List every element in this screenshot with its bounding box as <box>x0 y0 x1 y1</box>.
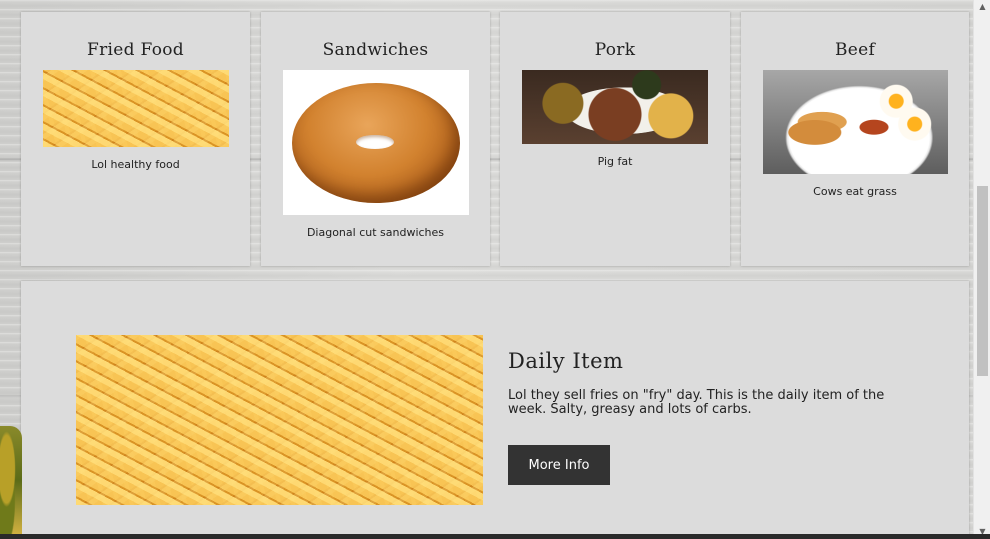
pork-image <box>522 70 708 144</box>
scroll-up-arrow-icon[interactable]: ▲ <box>974 0 990 14</box>
card-title: Beef <box>834 40 876 60</box>
card-fried-food: Fried Food Lol healthy food <box>21 12 250 266</box>
card-title: Pork <box>594 40 636 60</box>
card-caption: Pig fat <box>597 155 633 168</box>
daily-fries-image <box>76 335 483 505</box>
card-caption: Cows eat grass <box>813 185 897 198</box>
page-scrollbar[interactable]: ▲ ▼ <box>973 0 990 539</box>
card-caption: Diagonal cut sandwiches <box>306 226 445 239</box>
bagel-shape <box>291 82 460 203</box>
scrollbar-thumb[interactable] <box>977 186 988 376</box>
daily-item-panel: Daily Item Lol they sell fries on "fry" … <box>21 281 969 539</box>
bagel-image <box>282 70 469 215</box>
more-info-button[interactable]: More Info <box>508 445 610 485</box>
card-caption: Lol healthy food <box>91 158 180 171</box>
card-title: Fried Food <box>87 40 184 60</box>
beef-image <box>762 70 948 174</box>
plant-decoration <box>0 426 22 534</box>
card-title: Sandwiches <box>322 40 429 60</box>
fries-image <box>42 70 229 147</box>
card-sandwiches: Sandwiches Diagonal cut sandwiches <box>261 12 490 266</box>
taskbar-edge <box>0 534 990 539</box>
daily-item-heading: Daily Item <box>508 349 624 373</box>
card-pork: Pork Pig fat <box>500 12 730 266</box>
card-beef: Beef Cows eat grass <box>741 12 969 266</box>
daily-item-description: Lol they sell fries on "fry" day. This i… <box>508 388 885 417</box>
